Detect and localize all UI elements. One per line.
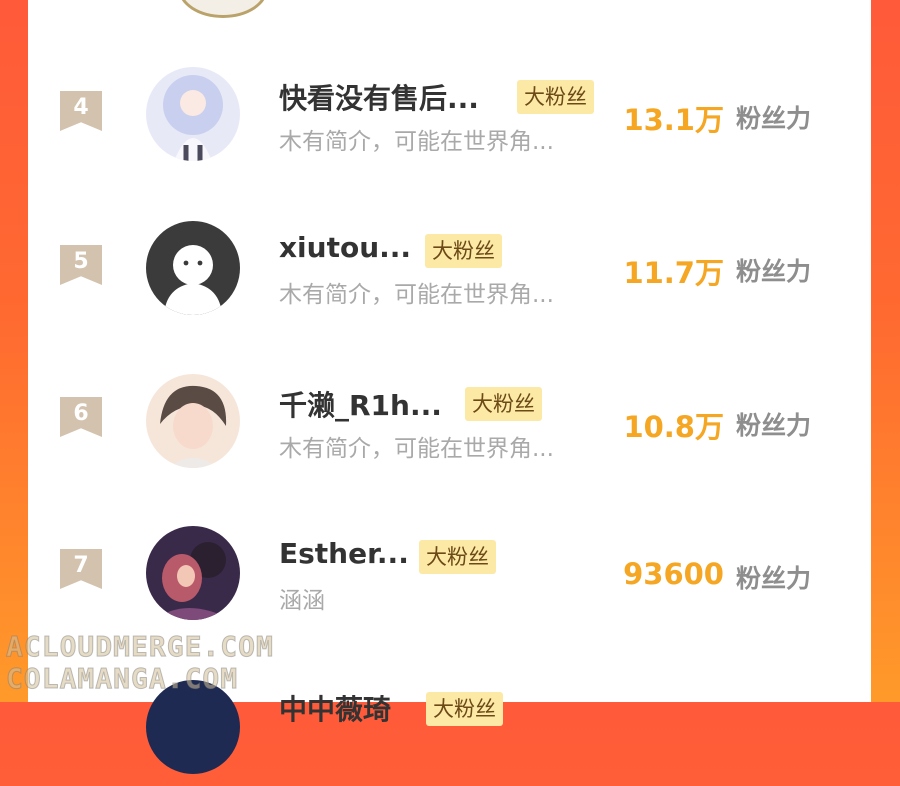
fan-level-badge: 大粉丝 xyxy=(419,540,496,574)
username[interactable]: 快看没有售后... xyxy=(279,77,479,117)
rank-badge: 7 xyxy=(60,549,102,589)
user-bio: 木有简介，可能在世界角... xyxy=(279,129,554,155)
ranking-card: 4 快看没有售后... 大粉丝 木有简介，可能在世界角... 13.1万 粉丝力… xyxy=(28,0,871,774)
rank-badge: 6 xyxy=(60,397,102,437)
ranking-row[interactable]: 4 快看没有售后... 大粉丝 木有简介，可能在世界角... 13.1万 粉丝力 xyxy=(28,53,871,173)
fan-power-label: 粉丝力 xyxy=(736,564,812,593)
watermark-line-1: ACLOUDMERGE.COM xyxy=(6,630,274,664)
ranking-row[interactable]: 7 Esther... 大粉丝 涵涵 93600 粉丝力 xyxy=(28,513,871,633)
avatar-default-icon[interactable] xyxy=(146,221,240,315)
username[interactable]: 千濑_R1h... xyxy=(279,384,442,424)
username[interactable]: xiutou... xyxy=(279,231,411,264)
fan-level-badge: 大粉丝 xyxy=(465,387,542,421)
user-bio: 木有简介，可能在世界角... xyxy=(279,436,554,462)
avatar[interactable] xyxy=(146,526,240,620)
fan-level-badge: 大粉丝 xyxy=(426,692,503,726)
user-bio: 木有简介，可能在世界角... xyxy=(279,282,554,308)
ranking-row[interactable]: 6 千濑_R1h... 大粉丝 木有简介，可能在世界角... 10.8万 粉丝力 xyxy=(28,361,871,481)
fan-power-value: 10.8万 xyxy=(623,410,724,444)
avatar[interactable] xyxy=(146,374,240,468)
username[interactable]: Esther... xyxy=(279,537,409,570)
avatar[interactable] xyxy=(146,67,240,161)
rank-badge: 5 xyxy=(60,245,102,285)
user-bio: 涵涵 xyxy=(279,588,325,614)
rank-badge: 4 xyxy=(60,91,102,131)
ranking-row[interactable]: 5 xiutou... 大粉丝 木有简介，可能在世界角... 11.7万 粉丝力 xyxy=(28,207,871,327)
fan-power-value: 11.7万 xyxy=(623,256,724,290)
fan-power-label: 粉丝力 xyxy=(736,104,812,133)
fan-power-value: 13.1万 xyxy=(623,103,724,137)
username[interactable]: 中中薇琦 xyxy=(279,688,391,728)
fan-level-badge: 大粉丝 xyxy=(517,80,594,114)
fan-power-label: 粉丝力 xyxy=(736,411,812,440)
fan-power-value: 93600 xyxy=(623,557,724,591)
fan-power-label: 粉丝力 xyxy=(736,257,812,286)
avatar-rank-3-partial[interactable] xyxy=(178,0,268,18)
fan-level-badge: 大粉丝 xyxy=(425,234,502,268)
watermark-line-2: COLAMANGA.COM xyxy=(5,662,239,696)
